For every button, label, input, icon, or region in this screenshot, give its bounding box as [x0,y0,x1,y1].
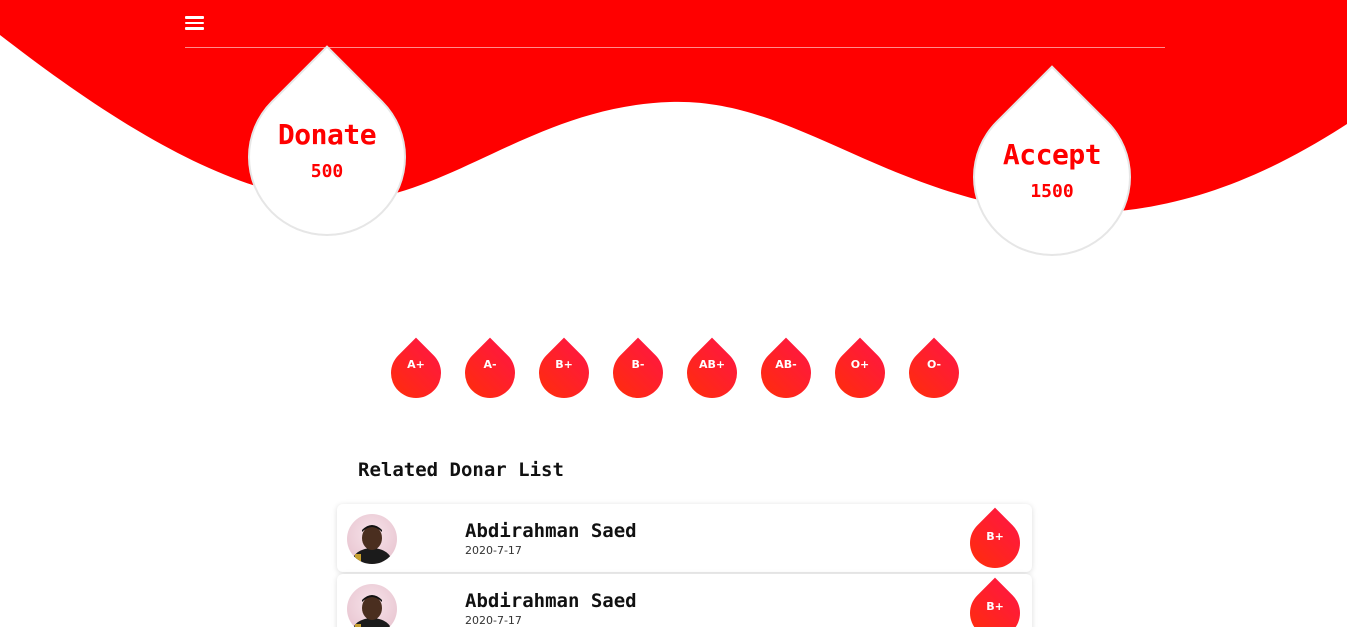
blood-drop-icon [959,507,1031,579]
donate-count: 500 [310,161,344,182]
blood-type-label: AB+ [698,358,726,371]
blood-type-label: O+ [850,358,870,371]
donor-blood-type: B+ [986,600,1004,613]
accept-stat[interactable]: Accept 1500 [975,138,1129,202]
blood-drop-icon [380,337,452,409]
page: Donate 500 Accept 1500 A+ A- B+ B- AB+ A… [0,0,1347,627]
donor-name: Abdirahman Saed [465,590,637,612]
donor-blood-type-badge: B+ [959,507,1031,579]
donor-date: 2020-7-17 [465,544,522,557]
donate-title: Donate [277,118,377,151]
donor-avatar [347,584,397,627]
blood-drop-icon [824,337,896,409]
blood-type-label: B- [631,358,645,371]
blood-type-o-neg[interactable]: O- [898,337,970,409]
donor-blood-type-badge: B+ [959,577,1031,627]
blood-drop-icon [602,337,674,409]
blood-type-ab-neg[interactable]: AB- [750,337,822,409]
donor-blood-type: B+ [986,530,1004,543]
donor-list-title: Related Donar List [358,459,564,481]
blood-type-a-neg[interactable]: A- [454,337,526,409]
blood-type-a-pos[interactable]: A+ [380,337,452,409]
blood-drop-icon [898,337,970,409]
blood-type-label: A+ [407,358,425,371]
blood-type-b-pos[interactable]: B+ [528,337,600,409]
accept-count: 1500 [1030,181,1074,202]
top-navbar [185,0,1165,48]
blood-type-label: A- [483,358,497,371]
hamburger-menu-icon[interactable] [185,16,205,32]
blood-type-b-neg[interactable]: B- [602,337,674,409]
donate-stat[interactable]: Donate 500 [250,118,404,182]
blood-type-o-pos[interactable]: O+ [824,337,896,409]
donor-name: Abdirahman Saed [465,520,637,542]
donor-date: 2020-7-17 [465,614,522,627]
blood-type-label: O- [926,358,942,371]
blood-drop-icon [676,337,748,409]
blood-drop-icon [454,337,526,409]
blood-type-label: B+ [555,358,573,371]
blood-drop-icon [750,337,822,409]
donor-list-item[interactable]: Abdirahman Saed 2020-7-17 B+ [337,504,1032,579]
blood-type-label: AB- [775,358,797,371]
blood-drop-icon [528,337,600,409]
blood-type-ab-pos[interactable]: AB+ [676,337,748,409]
donor-avatar [347,514,397,564]
accept-title: Accept [1002,138,1102,171]
donor-list-item[interactable]: Abdirahman Saed 2020-7-17 B+ [337,574,1032,627]
